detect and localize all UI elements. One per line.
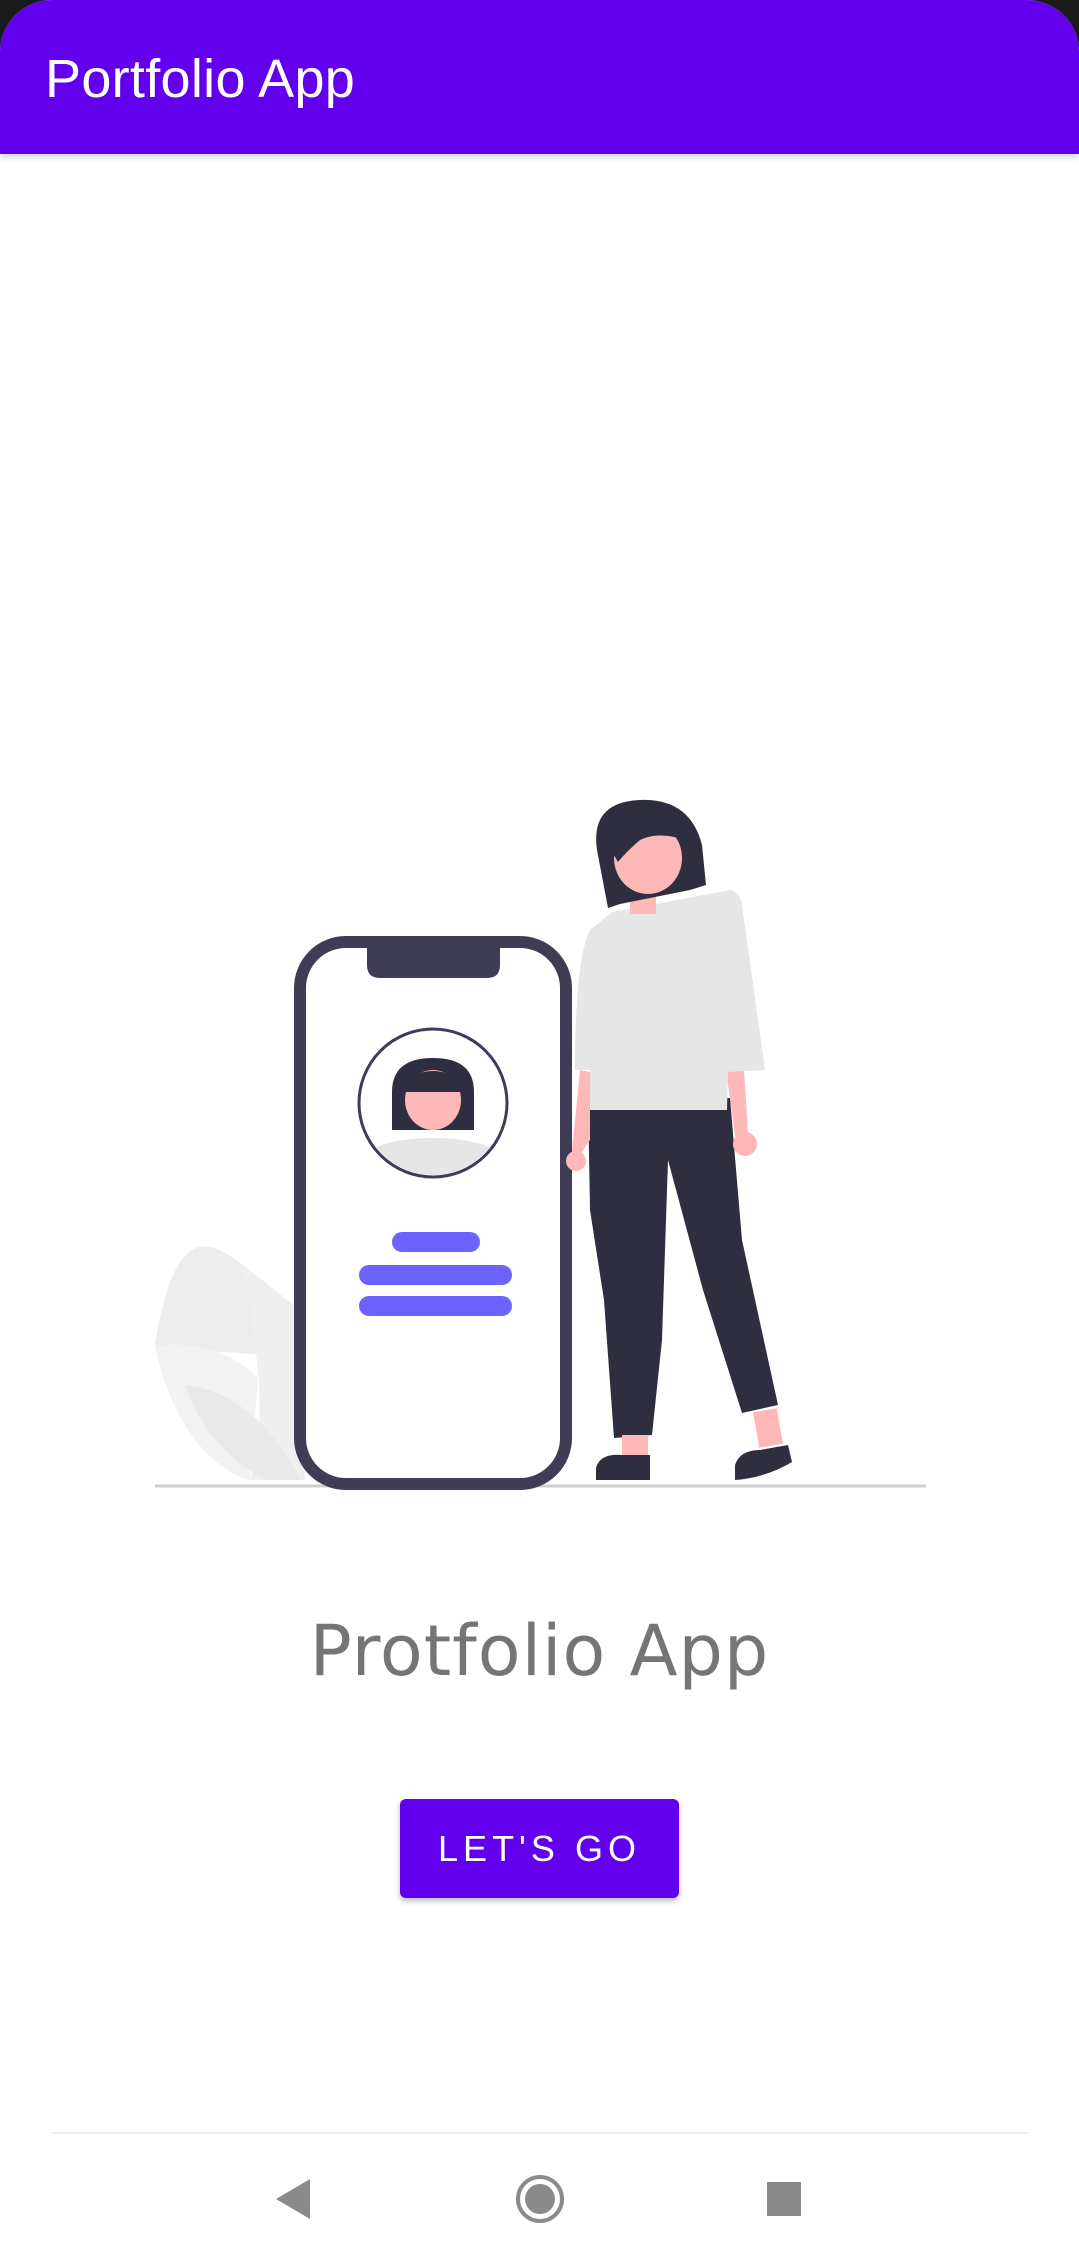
app-screen: Portfolio App Protfolio App LET'S GO — [0, 0, 1079, 2265]
system-nav-bar — [0, 2134, 1079, 2265]
main-title: Protfolio App — [309, 1610, 770, 1692]
plant-decoration — [155, 1246, 305, 1480]
illustration-svg — [155, 799, 926, 1490]
back-triangle-icon[interactable] — [248, 2154, 338, 2244]
app-bar-title: Portfolio App — [45, 49, 356, 109]
recents-square-icon[interactable] — [739, 2154, 829, 2244]
lets-go-button[interactable]: LET'S GO — [400, 1799, 679, 1898]
woman-illustration — [566, 799, 792, 1480]
home-circle-icon[interactable] — [495, 2154, 585, 2244]
app-bar: Portfolio App — [0, 0, 1079, 154]
phone-illustration — [294, 936, 572, 1490]
hero-illustration — [0, 780, 1079, 1500]
